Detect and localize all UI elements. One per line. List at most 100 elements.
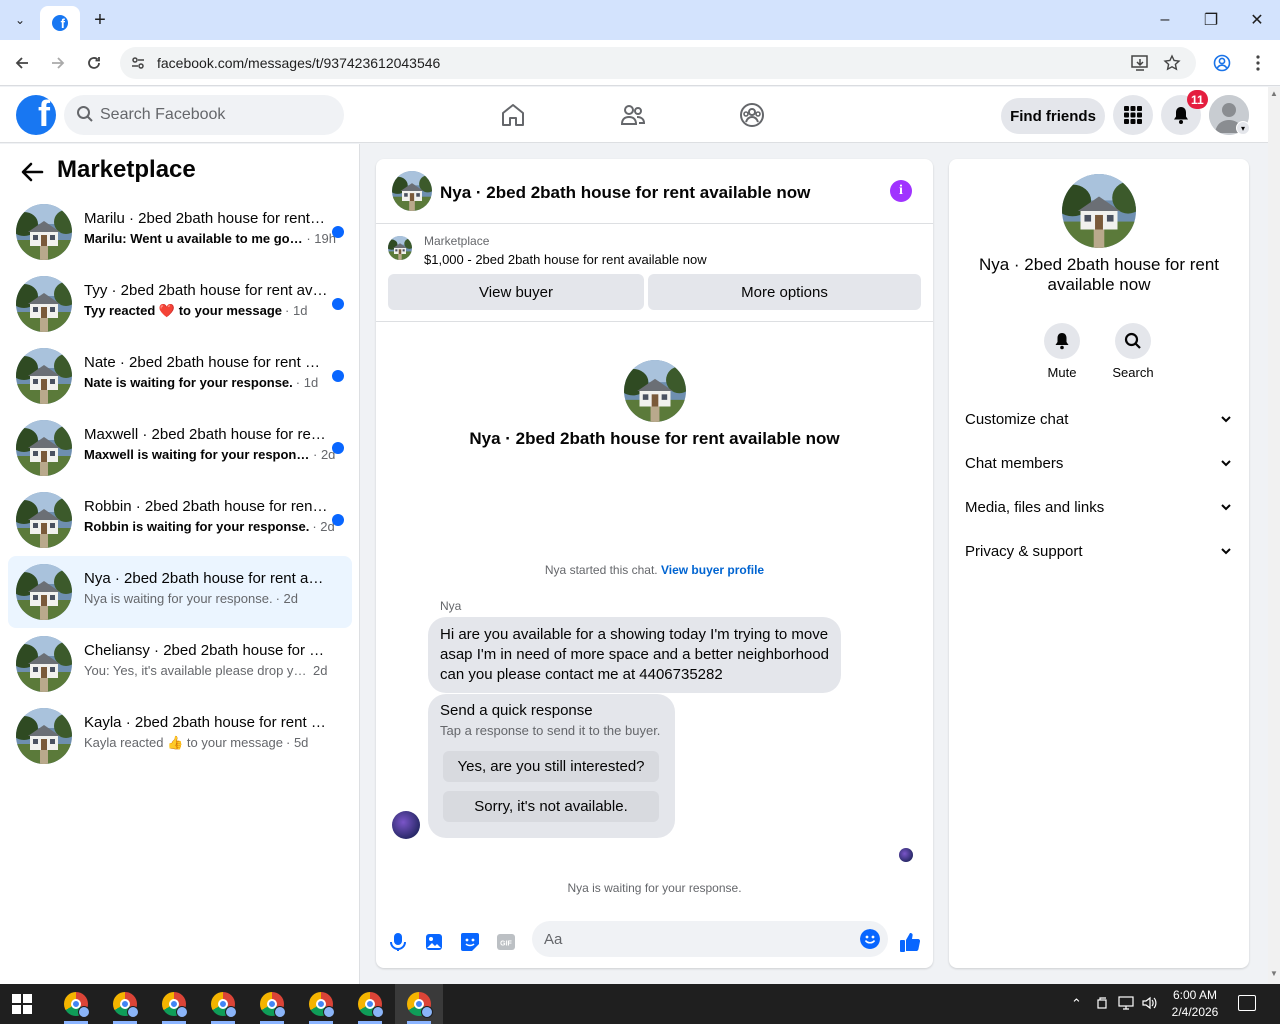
taskbar-chrome-window[interactable] [297, 984, 345, 1024]
back-arrow-icon[interactable] [9, 50, 35, 76]
meet-now-icon[interactable] [1096, 996, 1110, 1013]
conversation-item[interactable]: Tyy · 2bed 2bath house for rent availabl… [8, 268, 352, 340]
panel-title: Marketplace [57, 156, 196, 183]
facebook-logo-icon[interactable]: f [16, 95, 56, 135]
thumbs-up-icon[interactable] [896, 928, 924, 956]
house-photo [16, 204, 72, 260]
taskbar-chrome-window[interactable] [150, 984, 198, 1024]
view-buyer-button[interactable]: View buyer [388, 274, 644, 310]
volume-icon[interactable] [1142, 996, 1158, 1013]
sender-avatar[interactable] [392, 811, 420, 839]
new-tab-button[interactable]: + [88, 8, 112, 32]
listing-title[interactable]: $1,000 - 2bed 2bath house for rent avail… [424, 252, 707, 267]
snippet-text: Robbin is waiting for your response. [84, 519, 310, 534]
address-bar[interactable]: facebook.com/messages/t/937423612043546 [120, 47, 1196, 79]
conversation-item[interactable]: Marilu · 2bed 2bath house for rent avail… [8, 196, 352, 268]
taskbar-chrome-window[interactable] [101, 984, 149, 1024]
minimize-button[interactable]: – [1142, 0, 1188, 40]
chevron-down-icon[interactable] [1219, 456, 1233, 470]
taskbar-chrome-window[interactable] [52, 984, 100, 1024]
back-arrow-icon[interactable] [18, 158, 46, 186]
groups-icon[interactable] [736, 99, 768, 131]
chrome-profile-icon[interactable] [1209, 50, 1235, 76]
scroll-down-icon[interactable]: ▼ [1270, 969, 1278, 978]
mute-button[interactable]: Mute [1032, 323, 1092, 380]
clock-time: 6:00 AM [1172, 988, 1218, 1002]
find-friends-button[interactable]: Find friends [1001, 98, 1105, 134]
details-section[interactable]: Privacy & support [957, 530, 1241, 574]
snippet-time: · 2d [275, 591, 298, 606]
site-settings-icon[interactable] [128, 53, 148, 73]
section-label: Privacy & support [965, 543, 1083, 560]
microphone-icon[interactable] [384, 928, 412, 956]
chevron-down-icon[interactable]: ▾ [1236, 121, 1250, 135]
taskbar-chrome-window[interactable] [395, 984, 443, 1024]
search-in-chat-button[interactable]: Search [1103, 323, 1163, 380]
taskbar-chrome-window[interactable] [248, 984, 296, 1024]
view-buyer-profile-link[interactable]: View buyer profile [661, 563, 764, 577]
details-section[interactable]: Chat members [957, 442, 1241, 486]
tray-chevron-icon[interactable]: ⌃ [1071, 996, 1082, 1012]
search-icon[interactable] [1115, 323, 1151, 359]
details-avatar[interactable] [1062, 174, 1136, 248]
more-options-button[interactable]: More options [648, 274, 921, 310]
windows-start-icon[interactable] [12, 994, 32, 1014]
forward-arrow-icon[interactable] [45, 50, 71, 76]
page-scrollbar[interactable]: ▲ ▼ [1268, 87, 1280, 984]
menu-grid-icon[interactable] [1113, 95, 1153, 135]
message-input-wrapper[interactable] [532, 921, 888, 957]
emoji-icon[interactable] [860, 929, 880, 949]
quick-response-not-available-button[interactable]: Sorry, it's not available. [443, 791, 659, 822]
chat-title[interactable]: Nya · 2bed 2bath house for rent availabl… [440, 183, 810, 203]
conversation-item[interactable]: Nya · 2bed 2bath house for rent availabl… [8, 556, 352, 628]
conversation-item[interactable]: Robbin · 2bed 2bath house for rent avail… [8, 484, 352, 556]
chrome-menu-icon[interactable] [1245, 50, 1271, 76]
network-icon[interactable] [1118, 996, 1134, 1013]
install-app-icon[interactable] [1130, 53, 1150, 73]
chevron-down-icon[interactable] [1219, 500, 1233, 514]
taskbar-chrome-window[interactable] [346, 984, 394, 1024]
browser-tab-facebook[interactable]: f [40, 6, 80, 40]
info-icon[interactable]: i [890, 180, 912, 202]
restore-button[interactable]: ❐ [1188, 0, 1234, 40]
conversation-item[interactable]: Nate · 2bed 2bath house for rent availab… [8, 340, 352, 412]
bell-icon[interactable] [1044, 323, 1080, 359]
conversation-item[interactable]: Cheliansy · 2bed 2bath house for rent av… [8, 628, 352, 700]
conversation-item[interactable]: Kayla · 2bed 2bath house for rent availa… [8, 700, 352, 772]
seen-indicator-avatar [899, 848, 913, 862]
reload-icon[interactable] [81, 50, 107, 76]
chrome-icon [113, 992, 139, 1018]
taskbar-chrome-window[interactable] [199, 984, 247, 1024]
house-photo [16, 492, 72, 548]
chat-started-notice: Nya started this chat. View buyer profil… [376, 563, 933, 577]
browser-toolbar: facebook.com/messages/t/937423612043546 [0, 40, 1280, 86]
chat-avatar[interactable] [392, 171, 432, 211]
scroll-up-icon[interactable]: ▲ [1270, 89, 1278, 98]
message-input[interactable] [544, 929, 844, 949]
home-icon[interactable] [497, 99, 529, 131]
bookmark-star-icon[interactable] [1162, 53, 1182, 73]
action-center-icon[interactable] [1238, 995, 1256, 1011]
search-input[interactable] [100, 103, 330, 127]
photo-icon[interactable] [420, 928, 448, 956]
tab-search-dropdown-icon[interactable]: ⌄ [8, 8, 32, 32]
sticker-icon[interactable] [456, 928, 484, 956]
listing-thumbnail[interactable] [388, 236, 412, 260]
conversation-avatar [16, 420, 72, 476]
close-window-button[interactable]: ✕ [1234, 0, 1280, 40]
gif-icon[interactable]: GIF [492, 928, 520, 956]
taskbar-clock[interactable]: 6:00 AM 2/4/2026 [1160, 987, 1230, 1021]
house-photo [388, 236, 412, 260]
conversation-item[interactable]: Maxwell · 2bed 2bath house for rent avai… [8, 412, 352, 484]
chevron-down-icon[interactable] [1219, 412, 1233, 426]
facebook-search[interactable] [64, 95, 344, 135]
chevron-down-icon[interactable] [1219, 544, 1233, 558]
message-bubble[interactable]: Hi are you available for a showing today… [428, 617, 841, 693]
conversation-name: Marilu · 2bed 2bath house for rent avail… [84, 210, 328, 227]
details-section[interactable]: Media, files and links [957, 486, 1241, 530]
url-text[interactable]: facebook.com/messages/t/937423612043546 [157, 55, 440, 71]
friends-icon[interactable] [617, 99, 649, 131]
quick-response-interested-button[interactable]: Yes, are you still interested? [443, 751, 659, 782]
details-section[interactable]: Customize chat [957, 398, 1241, 442]
snippet-text: Marilu: Went u available to me go see it [84, 231, 304, 246]
